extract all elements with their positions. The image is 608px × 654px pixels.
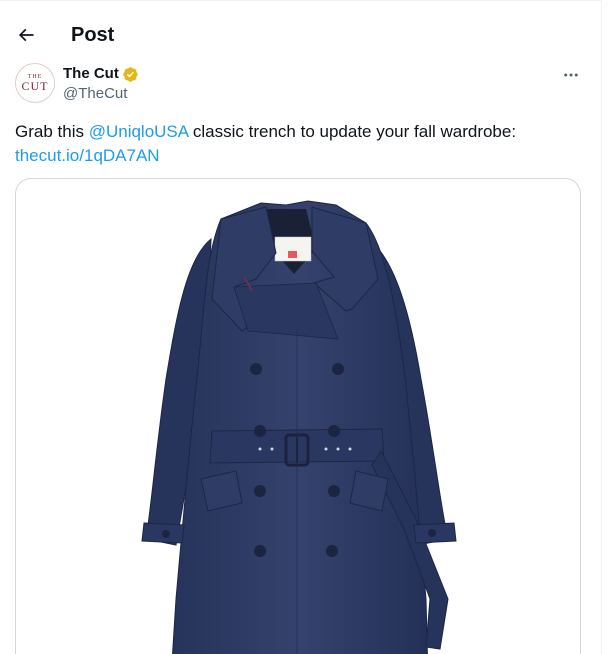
post-text-prefix: Grab this (15, 122, 89, 141)
trench-coat-image (141, 200, 457, 654)
top-bar: Post (0, 9, 600, 61)
verified-badge-icon (123, 67, 138, 82)
avatar[interactable]: THE CUT (15, 63, 55, 103)
url-link[interactable]: thecut.io/1qDA7AN (15, 146, 160, 165)
avatar-text-bottom: CUT (21, 78, 49, 93)
more-horizontal-icon (564, 73, 578, 77)
post-image[interactable] (15, 178, 581, 654)
author-name[interactable]: The Cut (63, 65, 119, 83)
post-text: Grab this @UniqloUSA classic trench to u… (15, 120, 585, 168)
back-button[interactable] (9, 18, 43, 52)
author-handle[interactable]: @TheCut (63, 85, 127, 103)
mention-link[interactable]: @UniqloUSA (89, 122, 188, 141)
more-options-button[interactable] (559, 63, 583, 87)
post-page: Post THE CUT The Cut @TheCut Grab this @… (0, 0, 602, 654)
page-title: Post (71, 24, 115, 46)
post-text-middle: classic trench to update your fall wardr… (188, 122, 517, 141)
arrow-left-icon (18, 28, 34, 42)
